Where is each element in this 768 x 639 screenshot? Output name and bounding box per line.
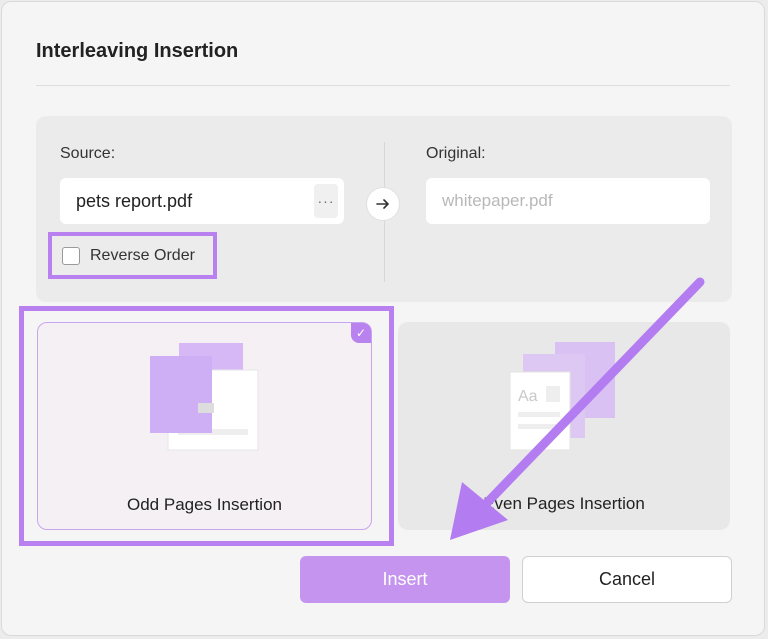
original-file-field[interactable]: whitepaper.pdf — [426, 178, 710, 224]
reverse-order-option[interactable]: Reverse Order — [48, 232, 217, 279]
reverse-order-checkbox[interactable] — [62, 246, 80, 265]
dialog-title: Interleaving Insertion — [36, 40, 239, 62]
even-pages-illustration: Aa — [509, 342, 615, 451]
arrow-right-svg — [376, 199, 389, 209]
odd-pages-highlight — [19, 306, 394, 546]
source-file-value: pets report.pdf — [76, 190, 193, 211]
original-file-placeholder: whitepaper.pdf — [442, 191, 553, 210]
cancel-button[interactable]: Cancel — [522, 556, 732, 603]
even-pages-card[interactable]: Aa Even Pages Insertion — [398, 322, 730, 530]
svg-text:Aa: Aa — [518, 388, 538, 405]
even-pages-label: Even Pages Insertion — [483, 494, 645, 513]
source-label: Source: — [60, 145, 116, 162]
arrow-right-icon — [366, 187, 400, 221]
insert-button[interactable]: Insert — [300, 556, 510, 603]
browse-more-button[interactable]: ··· — [314, 184, 338, 218]
source-file-field[interactable]: pets report.pdf ··· — [60, 178, 344, 224]
reverse-order-label: Reverse Order — [90, 246, 195, 264]
original-label: Original: — [426, 145, 486, 162]
title-divider — [36, 85, 730, 86]
